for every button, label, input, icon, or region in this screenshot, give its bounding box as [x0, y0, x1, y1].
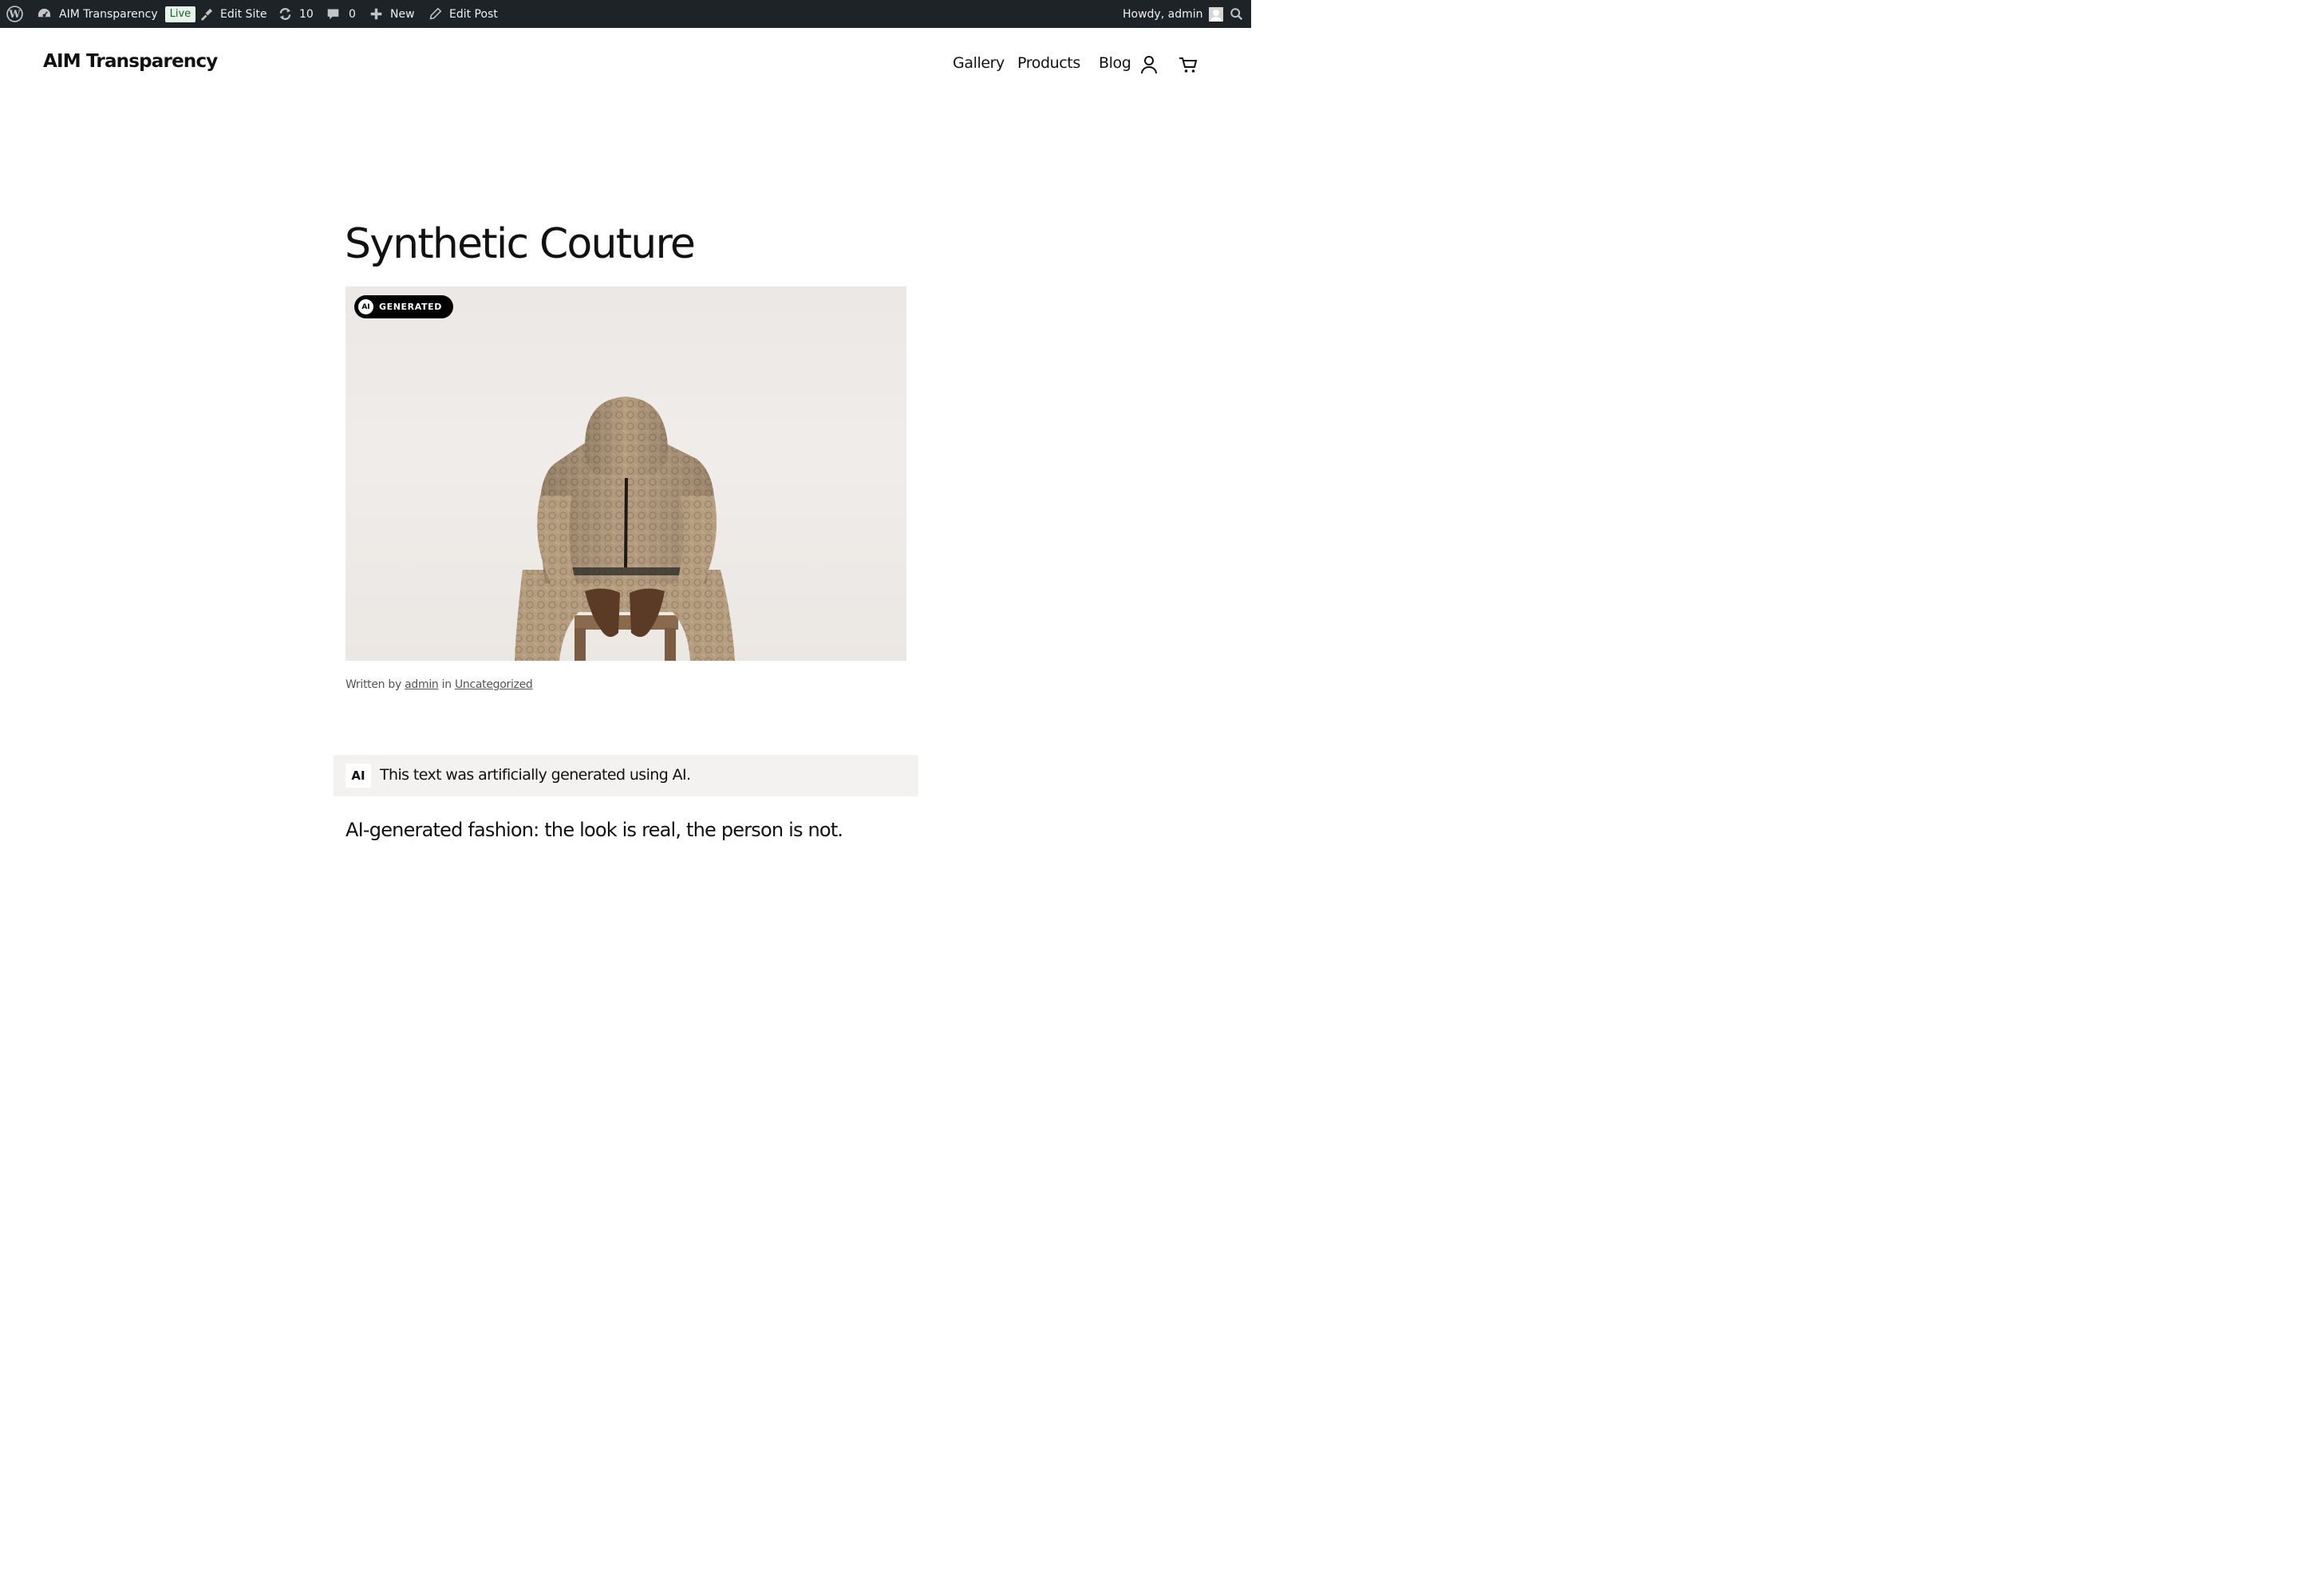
author-link[interactable]: admin — [405, 678, 439, 691]
site-title[interactable]: AIM Transparency — [43, 51, 218, 72]
ai-notice-text: This text was artificially generated usi… — [380, 766, 691, 784]
featured-image: AI GENERATED — [345, 286, 906, 661]
ai-generated-badge: AI GENERATED — [354, 295, 453, 318]
updates-count: 10 — [299, 7, 314, 21]
new-content-link[interactable]: New — [369, 0, 415, 28]
featured-image-art — [515, 397, 735, 661]
ai-notice-chip: AI — [345, 764, 371, 788]
greeting: Howdy, admin — [1123, 7, 1203, 21]
avatar — [1209, 6, 1224, 22]
ai-text-notice: AI This text was artificially generated … — [334, 755, 918, 796]
nav-item-blog[interactable]: Blog — [1099, 54, 1131, 72]
edit-site-link[interactable]: Edit Site — [199, 0, 267, 28]
nav-item-gallery[interactable]: Gallery — [953, 54, 1005, 72]
byline-prefix: Written by — [345, 678, 401, 691]
admin-bar-site-name: AIM Transparency — [59, 7, 158, 21]
nav-item-products[interactable]: Products — [1017, 54, 1080, 72]
cart-icon[interactable] — [1179, 56, 1198, 77]
pencil-icon — [428, 7, 442, 21]
edit-post-link[interactable]: Edit Post — [428, 0, 498, 28]
new-label: New — [390, 7, 415, 21]
dashboard-icon — [37, 7, 52, 21]
plus-icon — [369, 7, 383, 21]
admin-bar-site[interactable]: AIM Transparency Live — [37, 0, 196, 28]
updates-link[interactable]: 10 — [278, 0, 314, 28]
post-title: Synthetic Couture — [345, 220, 696, 268]
my-account[interactable]: Howdy, admin — [1123, 0, 1224, 28]
category-link[interactable]: Uncategorized — [455, 678, 533, 691]
svg-text:W: W — [8, 8, 21, 20]
ai-badge-label: GENERATED — [379, 302, 442, 312]
comments-link[interactable]: 0 — [326, 0, 356, 28]
brush-icon — [199, 6, 214, 22]
user-icon[interactable] — [1140, 55, 1158, 78]
admin-bar: W AIM Transparency Live Edit Site 10 0 N… — [0, 0, 1251, 28]
edit-post-label: Edit Post — [449, 7, 498, 21]
live-badge: Live — [164, 6, 196, 22]
byline-in: in — [441, 678, 452, 691]
comment-icon — [326, 7, 340, 21]
updates-icon — [278, 6, 293, 22]
search-icon[interactable] — [1230, 0, 1244, 28]
post-lead-paragraph: AI-generated fashion: the look is real, … — [345, 819, 843, 841]
edit-site-label: Edit Site — [220, 7, 267, 21]
post-byline: Written by admin in Uncategorized — [345, 678, 533, 691]
wordpress-icon[interactable]: W — [6, 0, 23, 28]
ai-badge-mark: AI — [358, 299, 373, 314]
comments-count: 0 — [349, 7, 356, 21]
